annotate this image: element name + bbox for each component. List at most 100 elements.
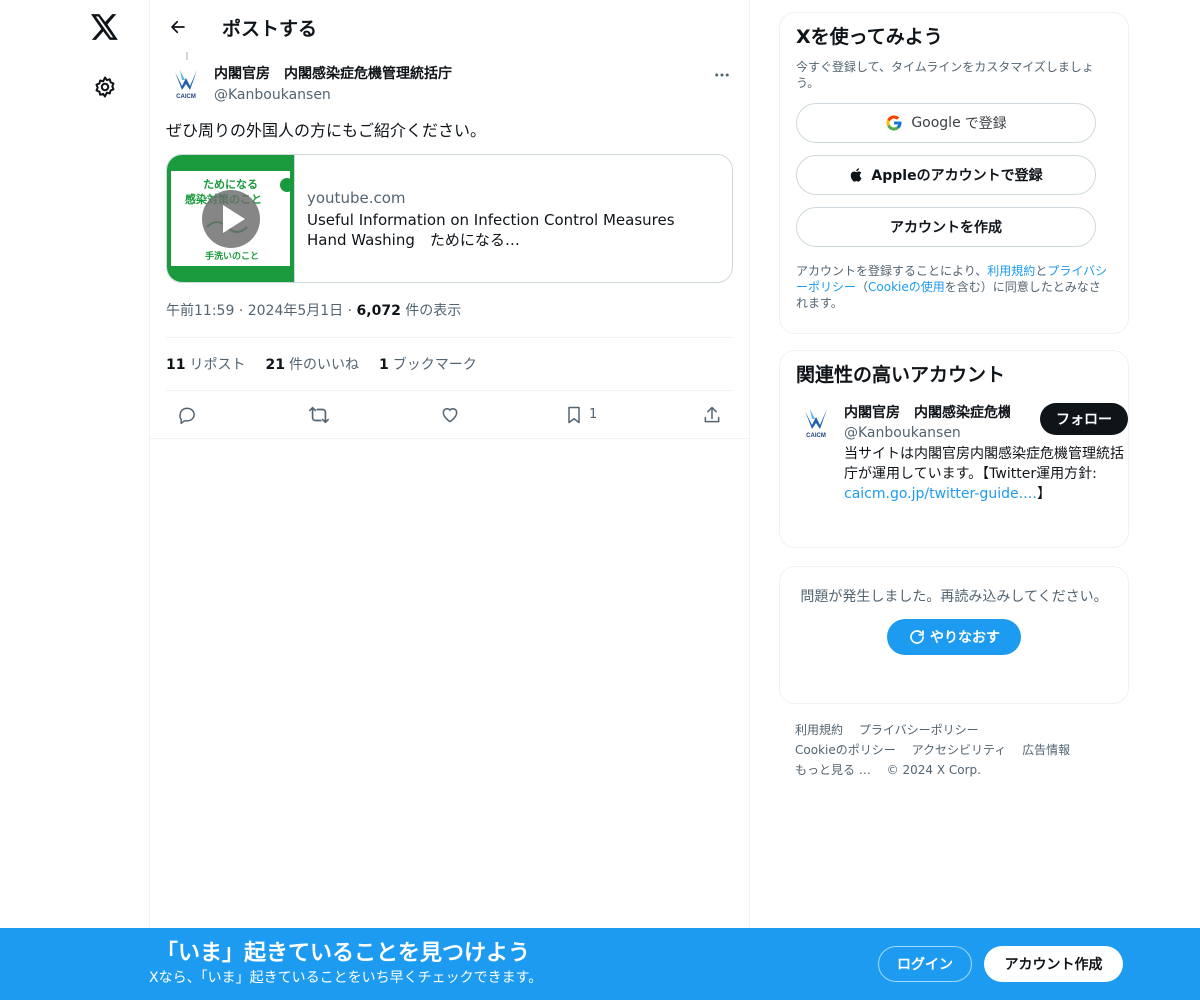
apple-label: Appleのアカウントで登録 <box>871 168 1043 184</box>
likes-label: 件のいいね <box>288 357 359 373</box>
reposts-count: 11 <box>166 357 186 373</box>
cookie-link[interactable]: Cookieの使用 <box>868 280 945 294</box>
tweet-actions: 1 <box>150 391 749 439</box>
x-logo-icon[interactable] <box>86 8 124 46</box>
apple-icon <box>851 168 862 182</box>
related-account-bio: 当サイトは内閣官房内閣感染症危機管理統括庁が運用しています。【Twitter運用… <box>844 444 1128 504</box>
retry-label: やりなおす <box>930 630 1000 646</box>
main-column: ポストする CAICM 内閣官房 内閣感染症危機管理統括庁 @Kanboukan… <box>149 0 750 930</box>
banner-title: 「いま」起きていることを見つけよう <box>156 941 531 966</box>
tweet-meta: 午前11:59 · 2024年5月1日 · 6,072 件の表示 <box>166 301 733 321</box>
follow-button[interactable]: フォロー <box>1040 403 1128 435</box>
related-account-info: 内閣官房 内閣感染症危機管理統括庁 @Kanboukansen フォロー 当サイ… <box>844 403 1128 504</box>
terms-link[interactable]: 利用規約 <box>987 264 1035 278</box>
likes-stat[interactable]: 21 件のいいね <box>265 354 358 374</box>
avatar-label: CAICM <box>176 94 196 100</box>
bookmark-button[interactable]: 1 <box>565 398 597 432</box>
left-rail <box>0 0 150 1000</box>
meta-dot: · <box>347 303 353 319</box>
signup-box: Xを使ってみよう 今すぐ登録して、タイムラインをカスタマイズしましょう。 Goo… <box>779 12 1129 334</box>
retry-button[interactable]: やりなおす <box>887 619 1021 655</box>
related-account-handle[interactable]: @Kanboukansen <box>844 424 1010 442</box>
card-body: youtube.com Useful Information on Infect… <box>295 155 732 282</box>
google-suffix: で登録 <box>964 116 1007 132</box>
reply-icon[interactable] <box>170 398 204 432</box>
footer-copyright: © 2024 X Corp. <box>886 763 981 777</box>
signup-title: Xを使ってみよう <box>796 26 943 48</box>
tweet-date[interactable]: 2024年5月1日 <box>248 303 343 319</box>
create-account-label: アカウントを作成 <box>890 220 1002 236</box>
google-signup-button[interactable]: Google で登録 <box>796 103 1096 143</box>
repost-icon[interactable] <box>302 398 336 432</box>
bookmarks-label: ブックマーク <box>392 357 477 373</box>
login-banner: 「いま」起きていることを見つけよう Xなら、「いま」起きていることをいち早くチェ… <box>0 928 1200 1000</box>
card-domain: youtube.com <box>307 188 406 207</box>
tweet-text: ぜひ周りの外国人の方にもご紹介ください。 <box>166 121 487 140</box>
reposts-stat[interactable]: 11 リポスト <box>166 354 245 374</box>
avatar[interactable]: CAICM <box>796 403 836 443</box>
tweet-stats: 11 リポスト 21 件のいいね 1 ブックマーク <box>150 338 749 390</box>
thread-connector <box>186 52 188 60</box>
footer-link-terms[interactable]: 利用規約 <box>795 723 843 737</box>
footer-link-cookie[interactable]: Cookieのポリシー <box>795 743 896 757</box>
footer-link-accessibility[interactable]: アクセシビリティ <box>912 743 1007 757</box>
related-account-top: 内閣官房 内閣感染症危機管理統括庁 @Kanboukansen フォロー <box>844 403 1128 442</box>
author-handle[interactable]: @Kanboukansen <box>214 84 705 106</box>
refresh-icon <box>910 630 924 644</box>
share-icon[interactable] <box>695 398 729 432</box>
avatar[interactable]: CAICM <box>166 64 206 104</box>
bio-end: 】 <box>1037 486 1052 502</box>
more-options-icon[interactable] <box>705 58 739 92</box>
views-count: 6,072 <box>356 303 401 319</box>
legal-mid: （ <box>856 280 869 294</box>
thumb-text-1: ためになる <box>203 178 258 191</box>
error-box: 問題が発生しました。再読み込みしてください。 やりなおす <box>779 566 1129 704</box>
like-heart-icon[interactable] <box>433 398 467 432</box>
meta-dot: · <box>238 303 244 319</box>
google-icon <box>886 115 902 131</box>
bookmark-count: 1 <box>589 407 598 422</box>
google-label: Google <box>911 115 961 131</box>
login-button[interactable]: ログイン <box>878 946 972 982</box>
views-label: 件の表示 <box>405 303 462 319</box>
footer-link-more[interactable]: もっと見る … <box>795 763 871 777</box>
likes-count: 21 <box>265 357 285 373</box>
apple-signup-button[interactable]: Appleのアカウントで登録 <box>796 155 1096 195</box>
legal-prefix: アカウントを登録することにより、 <box>796 264 988 278</box>
tweet: CAICM 内閣官房 内閣感染症危機管理統括庁 @Kanboukansen ぜひ… <box>150 64 749 321</box>
author-name[interactable]: 内閣官房 内閣感染症危機管理統括庁 <box>214 64 705 84</box>
avatar-label: CAICM <box>806 433 826 439</box>
error-message: 問題が発生しました。再読み込みしてください。 <box>800 589 1108 605</box>
back-arrow-icon[interactable] <box>160 9 196 45</box>
link-card[interactable]: ためになる 感染対策のこと 手洗いのこと youtube.com Useful … <box>166 154 733 283</box>
related-account-row[interactable]: CAICM 内閣官房 内閣感染症危機管理統括庁 @Kanboukansen フォ… <box>796 403 1128 504</box>
footer-link-ads[interactable]: 広告情報 <box>1022 743 1070 757</box>
page-title: ポストする <box>222 17 318 40</box>
legal-and: と <box>1035 264 1048 278</box>
page-header: ポストする <box>150 0 749 54</box>
right-sidebar: Xを使ってみよう 今すぐ登録して、タイムラインをカスタマイズしましょう。 Goo… <box>779 12 1129 780</box>
reposts-label: リポスト <box>189 357 246 373</box>
create-account-button[interactable]: アカウントを作成 <box>796 207 1096 247</box>
video-thumbnail[interactable]: ためになる 感染対策のこと 手洗いのこと <box>167 155 295 282</box>
bio-text: 当サイトは内閣官房内閣感染症危機管理統括庁が運用しています。【Twitter運用… <box>844 446 1124 482</box>
legal-text: アカウントを登録することにより、利用規約とプライバシーポリシー（Cookieの使… <box>796 263 1112 311</box>
related-title: 関連性の高いアカウント <box>796 364 1006 386</box>
related-account-name[interactable]: 内閣官房 内閣感染症危機管理統括庁 <box>844 403 1010 423</box>
bio-link[interactable]: caicm.go.jp/twitter-guide.… <box>844 486 1037 502</box>
tweet-author-row: CAICM 内閣官房 内閣感染症危機管理統括庁 @Kanboukansen <box>166 64 733 106</box>
bookmarks-count: 1 <box>378 357 389 373</box>
author-names: 内閣官房 内閣感染症危機管理統括庁 @Kanboukansen <box>214 64 705 106</box>
sidebar-footer: 利用規約 プライバシーポリシー Cookieのポリシー アクセシビリティ 広告情… <box>779 720 1129 780</box>
banner-subtitle: Xなら、「いま」起きていることをいち早くチェックできます。 <box>149 970 543 986</box>
tweet-time[interactable]: 午前11:59 <box>166 303 234 319</box>
thumb-text-3: 手洗いのこと <box>205 250 259 262</box>
related-accounts-box: 関連性の高いアカウント CAICM 内閣官房 内閣感染症危機管理統括庁 @Kan… <box>779 350 1129 548</box>
signup-subtitle: 今すぐ登録して、タイムラインをカスタマイズしましょう。 <box>796 60 1094 90</box>
settings-gear-icon[interactable] <box>88 70 122 104</box>
card-title: Useful Information on Infection Control … <box>307 210 690 249</box>
bookmark-icon <box>568 406 580 423</box>
bookmarks-stat[interactable]: 1 ブックマーク <box>379 354 477 374</box>
footer-link-privacy[interactable]: プライバシーポリシー <box>859 723 979 737</box>
signup-button[interactable]: アカウント作成 <box>984 946 1123 982</box>
